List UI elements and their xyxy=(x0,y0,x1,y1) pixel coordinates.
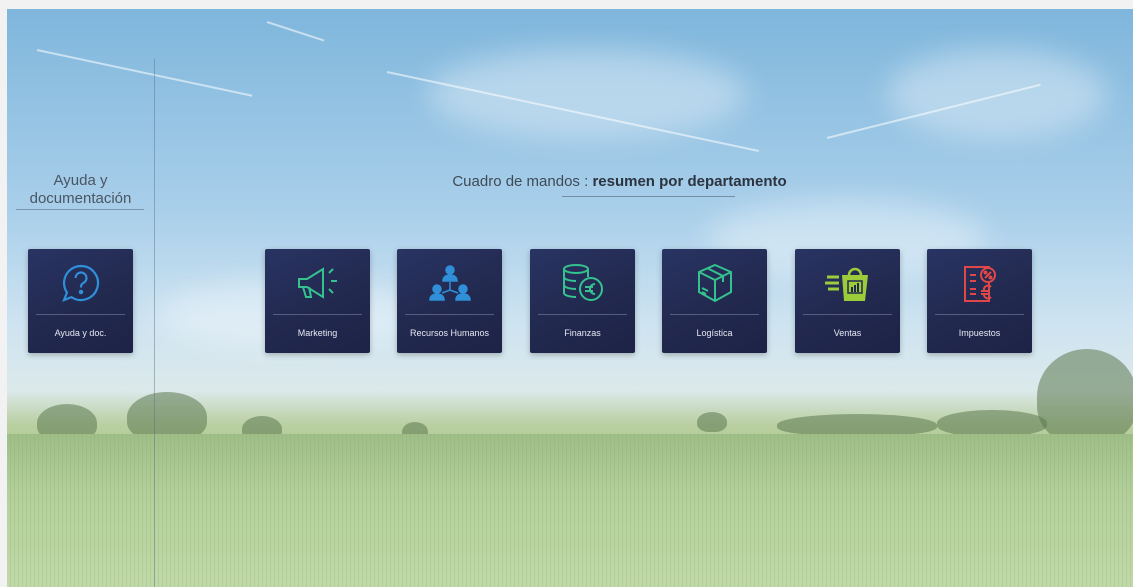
coins-euro-icon xyxy=(530,257,635,309)
people-network-icon xyxy=(397,257,502,309)
sidebar-divider xyxy=(154,59,155,587)
megaphone-icon xyxy=(265,257,370,309)
tile-separator xyxy=(36,314,125,315)
background-landscape: Ayuda y documentación Cuadro de mandos :… xyxy=(7,9,1133,587)
tile-separator xyxy=(935,314,1024,315)
grass-field xyxy=(7,434,1133,587)
tile-finanzas[interactable]: Finanzas xyxy=(530,249,635,353)
box-package-icon xyxy=(662,257,767,309)
tile-separator xyxy=(803,314,892,315)
page-title: Cuadro de mandos : resumen por departame… xyxy=(452,173,787,190)
tax-document-icon xyxy=(927,257,1032,309)
tile-separator xyxy=(538,314,627,315)
tile-label: Logística xyxy=(696,328,733,338)
sidebar-title-underline xyxy=(16,209,144,210)
tile-separator xyxy=(273,314,362,315)
page-title-underline xyxy=(562,196,735,197)
tile-label: Ayuda y doc. xyxy=(54,328,107,338)
shopping-bag-chart-icon xyxy=(795,257,900,309)
tile-label: Recursos Humanos xyxy=(409,328,490,338)
tile-label: Finanzas xyxy=(564,328,601,338)
cloud xyxy=(427,49,747,139)
tile-impuestos[interactable]: Impuestos xyxy=(927,249,1032,353)
tile-separator xyxy=(405,314,494,315)
tile-marketing[interactable]: Marketing xyxy=(265,249,370,353)
tile-ventas[interactable]: Ventas xyxy=(795,249,900,353)
help-bubble-icon xyxy=(28,257,133,309)
tile-recursos-humanos[interactable]: Recursos Humanos xyxy=(397,249,502,353)
sidebar-title: Ayuda y documentación xyxy=(29,172,132,207)
tile-logistica[interactable]: Logística xyxy=(662,249,767,353)
tile-ayuda[interactable]: Ayuda y doc. xyxy=(28,249,133,353)
contrail xyxy=(36,49,253,97)
tile-label: Marketing xyxy=(297,328,338,338)
contrail xyxy=(266,21,325,42)
tile-label: Impuestos xyxy=(958,328,1001,338)
tile-label: Ventas xyxy=(833,328,862,338)
tile-separator xyxy=(670,314,759,315)
